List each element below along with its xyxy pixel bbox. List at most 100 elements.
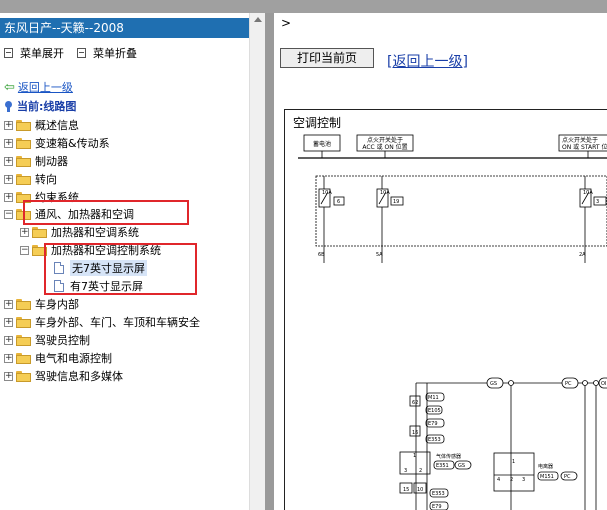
pane-divider[interactable]: [265, 13, 274, 510]
expand-toggle-icon[interactable]: +: [4, 120, 13, 130]
svg-text:6: 6: [337, 199, 340, 205]
svg-text:气体传感器: 气体传感器: [436, 453, 461, 460]
tree-item-label[interactable]: 转向: [35, 171, 57, 187]
nav-title: 东风日产--天籁--2008: [0, 18, 249, 38]
expand-toggle-icon[interactable]: +: [4, 192, 13, 202]
tree-folder-item[interactable]: + 加热器和空调系统: [20, 224, 139, 240]
wiring-diagram: 蓄电池 点火开关处于 ACC 或 ON 位置 点火开关处于 ON 或 START…: [298, 134, 607, 510]
svg-text:15: 15: [403, 487, 409, 493]
tree-item-label[interactable]: 概述信息: [35, 117, 79, 133]
expand-toggle-icon[interactable]: +: [4, 299, 13, 309]
svg-text:16: 16: [412, 430, 418, 436]
svg-text:M11: M11: [428, 395, 439, 401]
tree-item-label[interactable]: 驾驶信息和多媒体: [35, 368, 123, 384]
svg-text:3: 3: [596, 199, 599, 205]
svg-text:3: 3: [404, 468, 407, 474]
nav-scrollbar[interactable]: [249, 13, 265, 510]
tree-item-label[interactable]: 车身外部、车门、车顶和车辆安全: [35, 314, 200, 330]
svg-text:10: 10: [417, 487, 423, 493]
folder-icon: [16, 298, 31, 310]
expand-toggle-icon[interactable]: +: [4, 335, 13, 345]
collapse-toggle-icon[interactable]: −: [20, 245, 29, 255]
svg-text:2: 2: [419, 468, 422, 474]
svg-text:M151: M151: [540, 474, 554, 480]
back-arrow-icon: ⇦: [4, 79, 15, 95]
tree-item-label[interactable]: 车身内部: [35, 296, 79, 312]
tree-folder-item[interactable]: + 电气和电源控制: [4, 350, 112, 366]
svg-text:10A: 10A: [322, 190, 332, 196]
svg-text:5A: 5A: [376, 252, 383, 258]
content-pane: > 打印当前页 [返回上一级] 空调控制 蓄电池 点火开关处于 ACC 或 ON…: [274, 13, 607, 510]
folder-icon: [32, 226, 47, 238]
collapse-toggle-icon[interactable]: −: [4, 209, 13, 219]
battery-label: 蓄电池: [313, 140, 331, 148]
svg-text:GS: GS: [490, 381, 497, 387]
tree-folder-item[interactable]: + 车身内部: [4, 296, 79, 312]
expand-menu-button[interactable]: 菜单展开: [4, 45, 64, 61]
collapse-icon: [77, 48, 86, 58]
scroll-up-icon[interactable]: [254, 17, 262, 22]
svg-text:OI: OI: [601, 381, 606, 387]
svg-text:2: 2: [510, 477, 513, 483]
acc-label: 点火开关处于: [367, 136, 403, 144]
current-location: 当前:线路图: [4, 98, 76, 114]
expand-toggle-icon[interactable]: +: [4, 371, 13, 381]
tree-item-label[interactable]: 驾驶员控制: [35, 332, 90, 348]
svg-text:E79: E79: [428, 421, 438, 427]
on-label: 点火开关处于: [562, 136, 598, 144]
svg-text:4: 4: [497, 477, 500, 483]
junction-dot: [593, 380, 599, 386]
svg-text:6B: 6B: [318, 252, 325, 258]
folder-icon: [16, 137, 31, 149]
expand-toggle-icon[interactable]: +: [4, 174, 13, 184]
svg-text:E105: E105: [428, 408, 441, 414]
folder-icon: [16, 316, 31, 328]
tree-item-label[interactable]: 变速箱&传动系: [35, 135, 110, 151]
expand-toggle-icon[interactable]: +: [20, 227, 29, 237]
tree-folder-item[interactable]: + 转向: [4, 171, 57, 187]
tree-folder-item[interactable]: + 概述信息: [4, 117, 79, 133]
svg-text:3: 3: [522, 477, 525, 483]
svg-text:1: 1: [413, 453, 416, 459]
highlight-box: [23, 200, 189, 225]
svg-text:PC: PC: [564, 474, 571, 480]
tree-folder-item[interactable]: + 驾驶信息和多媒体: [4, 368, 123, 384]
location-pin-icon: [4, 100, 13, 112]
tree-folder-item[interactable]: + 车身外部、车门、车顶和车辆安全: [4, 314, 200, 330]
svg-text:10A: 10A: [583, 190, 593, 196]
svg-text:电离器: 电离器: [538, 463, 553, 470]
tree-item-label[interactable]: 电气和电源控制: [35, 350, 112, 366]
top-strip: [0, 0, 607, 13]
folder-icon: [16, 119, 31, 131]
tree-item-label[interactable]: 制动器: [35, 153, 68, 169]
expand-toggle-icon[interactable]: +: [4, 138, 13, 148]
expand-toggle-icon[interactable]: +: [4, 156, 13, 166]
svg-text:PC: PC: [565, 381, 572, 387]
svg-text:62: 62: [412, 400, 418, 406]
svg-text:E79: E79: [432, 504, 442, 510]
junction-dot: [508, 380, 514, 386]
tree-item-label[interactable]: 加热器和空调系统: [51, 224, 139, 240]
on-label: ON 或 START 位: [562, 143, 607, 151]
junction-dot: [582, 380, 588, 386]
fuse-block: [315, 175, 607, 247]
tree-folder-item[interactable]: + 变速箱&传动系: [4, 135, 110, 151]
nav-pane: 东风日产--天籁--2008 菜单展开 菜单折叠 ⇦ 返回上一级 当前:线路图 …: [0, 13, 265, 510]
acc-label: ACC 或 ON 位置: [362, 143, 407, 151]
svg-text:GS: GS: [458, 463, 465, 469]
tree-folder-item[interactable]: + 制动器: [4, 153, 68, 169]
svg-text:2A: 2A: [579, 252, 586, 258]
svg-text:E351: E351: [436, 463, 449, 469]
expand-toggle-icon[interactable]: +: [4, 317, 13, 327]
collapse-menu-button[interactable]: 菜单折叠: [77, 45, 137, 61]
folder-icon: [16, 334, 31, 346]
highlight-box: [44, 243, 197, 295]
svg-text:10A: 10A: [380, 190, 390, 196]
folder-icon: [16, 173, 31, 185]
expand-toggle-icon[interactable]: +: [4, 353, 13, 363]
svg-text:19: 19: [393, 199, 399, 205]
folder-icon: [16, 352, 31, 364]
tree-folder-item[interactable]: + 驾驶员控制: [4, 332, 90, 348]
svg-text:1: 1: [512, 459, 515, 465]
back-link[interactable]: ⇦ 返回上一级: [4, 79, 73, 95]
